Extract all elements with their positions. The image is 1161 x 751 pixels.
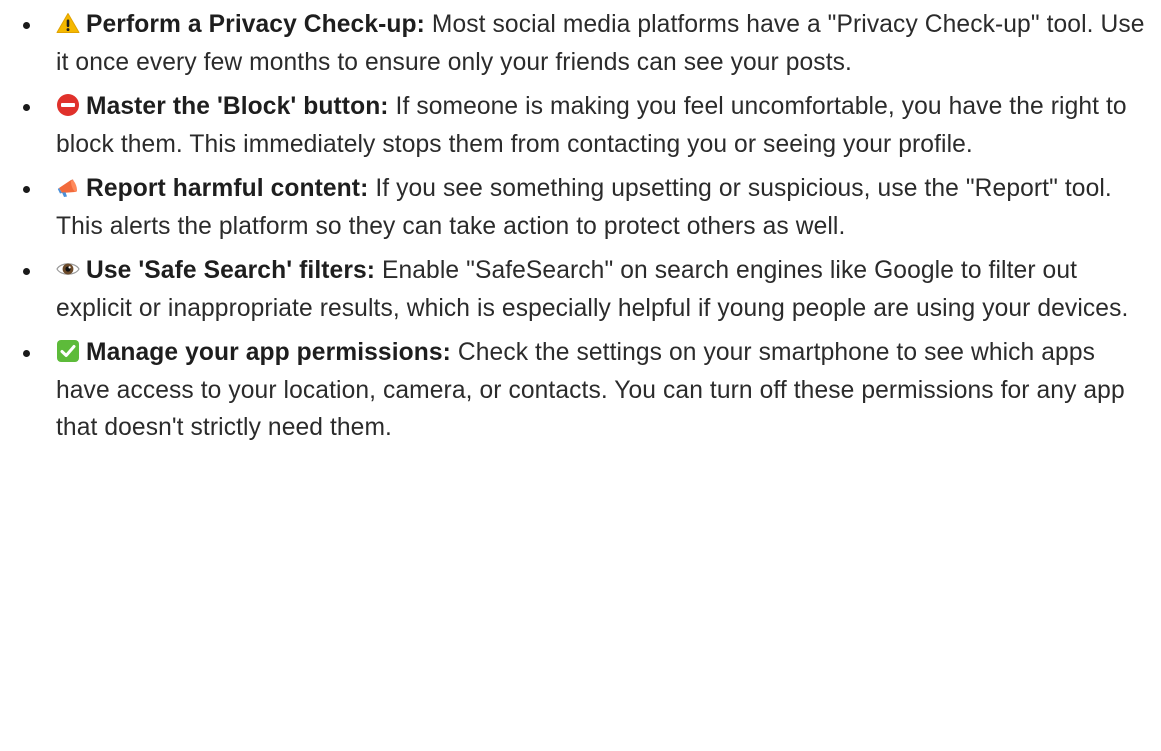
page: Perform a Privacy Check-up: Most social … <box>0 0 1161 751</box>
tip-title: Report harmful content: <box>86 175 369 202</box>
list-item: Master the 'Block' button: If someone is… <box>23 88 1153 163</box>
bullet-icon <box>23 104 30 111</box>
list-item: Perform a Privacy Check-up: Most social … <box>23 6 1153 81</box>
no-entry-icon <box>56 93 80 117</box>
list-item: Use 'Safe Search' filters: Enable "SafeS… <box>23 252 1153 327</box>
list-item: Manage your app permissions: Check the s… <box>23 334 1153 447</box>
check-mark-icon <box>56 339 80 363</box>
megaphone-icon <box>56 175 80 199</box>
tips-list: Perform a Privacy Check-up: Most social … <box>23 6 1153 447</box>
warning-icon <box>56 11 80 35</box>
tip-title: Use 'Safe Search' filters: <box>86 257 376 284</box>
eye-icon <box>56 257 80 281</box>
bullet-icon <box>23 186 30 193</box>
tip-title: Master the 'Block' button: <box>86 93 389 120</box>
tip-title: Manage your app permissions: <box>86 339 451 366</box>
bullet-icon <box>23 268 30 275</box>
list-item: Report harmful content: If you see somet… <box>23 170 1153 245</box>
bullet-icon <box>23 22 30 29</box>
tip-title: Perform a Privacy Check-up: <box>86 11 425 38</box>
bullet-icon <box>23 350 30 357</box>
